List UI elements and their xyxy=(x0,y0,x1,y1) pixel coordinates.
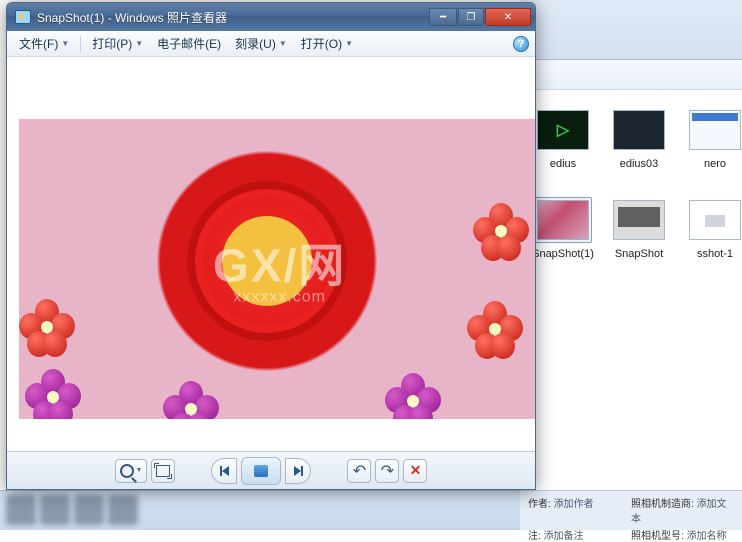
watermark: GX/网 xxxxxx.com xyxy=(213,242,346,307)
menu-file[interactable]: 文件(F)▼ xyxy=(13,32,75,55)
thumbnail-image xyxy=(613,110,665,150)
menu-email[interactable]: 电子邮件(E) xyxy=(151,32,227,55)
rotate-ccw-icon: ↶ xyxy=(353,461,366,481)
thumbnail-item[interactable]: sshot-1 xyxy=(680,200,742,260)
close-button[interactable]: ✕ xyxy=(485,8,531,26)
menu-burn[interactable]: 刻录(U)▼ xyxy=(229,32,293,55)
thumbnail-item[interactable]: edius03 xyxy=(604,110,674,170)
photo-container[interactable]: GX/网 xxxxxx.com xyxy=(19,119,535,419)
explorer-titlebar xyxy=(520,0,742,60)
fit-to-window-icon xyxy=(156,465,170,477)
minimize-button[interactable]: ━ xyxy=(429,8,457,26)
details-author-val[interactable]: 添加作者 xyxy=(554,499,594,510)
photo-decor xyxy=(467,301,523,361)
close-icon: ✕ xyxy=(504,12,512,23)
photo-content: GX/网 xxxxxx.com xyxy=(19,119,535,419)
details-author-key: 作者: xyxy=(528,499,551,510)
chevron-down-icon: ▼ xyxy=(136,467,143,474)
photo-decor xyxy=(163,381,219,419)
photo-viewer-window: SnapShot(1) - Windows 照片查看器 ━ ❐ ✕ 文件(F)▼… xyxy=(6,2,536,490)
menu-open-label: 打开(O) xyxy=(301,35,342,52)
slideshow-icon xyxy=(254,465,268,477)
menu-print[interactable]: 打印(P)▼ xyxy=(86,32,149,55)
triangle-left-icon xyxy=(222,466,229,476)
details-remark-val[interactable]: 添加备注 xyxy=(544,531,584,542)
thumbnail-label: SnapShot(1) xyxy=(528,248,598,260)
watermark-text: GX/网 xyxy=(213,240,346,292)
magnifier-icon xyxy=(120,464,134,478)
thumbnail-image xyxy=(613,200,665,240)
viewer-canvas: GX/网 xxxxxx.com ▼ ↶ ↷ ✕ xyxy=(7,57,535,489)
previous-button[interactable] xyxy=(211,458,237,484)
photo-decor xyxy=(25,369,81,419)
chevron-down-icon: ▼ xyxy=(61,39,69,48)
details-model-val[interactable]: 添加名称 xyxy=(687,531,727,542)
thumbnail-image xyxy=(537,200,589,240)
thumbnail-item[interactable]: SnapShot(1) xyxy=(528,200,598,260)
zoom-button[interactable]: ▼ xyxy=(115,459,148,483)
app-icon xyxy=(15,10,31,24)
triangle-right-icon xyxy=(294,466,301,476)
photo-decor xyxy=(473,203,529,263)
thumbnail-image xyxy=(689,200,741,240)
rotate-ccw-button[interactable]: ↶ xyxy=(347,459,371,483)
minimize-icon: ━ xyxy=(440,12,446,23)
menu-open[interactable]: 打开(O)▼ xyxy=(295,32,359,55)
thumbnail-label: sshot-1 xyxy=(680,248,742,260)
thumbnail-item[interactable]: ▷ edius xyxy=(528,110,598,170)
photo-decor xyxy=(385,373,441,419)
chevron-down-icon: ▼ xyxy=(279,39,287,48)
delete-icon: ✕ xyxy=(410,462,422,479)
maximize-icon: ❐ xyxy=(467,12,476,23)
details-remark-key: 注: xyxy=(528,531,541,542)
menu-file-label: 文件(F) xyxy=(19,35,58,52)
rotate-cw-button[interactable]: ↷ xyxy=(375,459,399,483)
chevron-down-icon: ▼ xyxy=(345,39,353,48)
window-title: SnapShot(1) - Windows 照片查看器 xyxy=(37,9,429,26)
watermark-subtext: xxxxxx.com xyxy=(213,290,346,307)
details-maker-key: 照相机制造商: xyxy=(631,499,694,510)
thumbnail-label: SnapShot xyxy=(604,248,674,260)
bar-icon xyxy=(301,466,303,476)
menu-print-label: 打印(P) xyxy=(92,35,132,52)
titlebar[interactable]: SnapShot(1) - Windows 照片查看器 ━ ❐ ✕ xyxy=(7,3,535,31)
details-model-key: 照相机型号: xyxy=(631,531,684,542)
thumbnail-item[interactable]: nero xyxy=(680,110,742,170)
menubar: 文件(F)▼ 打印(P)▼ 电子邮件(E) 刻录(U)▼ 打开(O)▼ ? xyxy=(7,31,535,57)
rotate-cw-icon: ↷ xyxy=(381,461,394,481)
slideshow-button[interactable] xyxy=(241,457,281,485)
explorer-details-pane: 作者: 添加作者 照相机制造商: 添加文本 注: 添加备注 照相机型号: 添加名… xyxy=(520,490,742,530)
menu-separator xyxy=(80,36,81,52)
thumbnail-label: edius03 xyxy=(604,158,674,170)
photo-decor xyxy=(19,299,75,359)
thumbnail-label: edius xyxy=(528,158,598,170)
chevron-down-icon: ▼ xyxy=(135,39,143,48)
delete-button[interactable]: ✕ xyxy=(403,459,427,483)
thumbnail-label: nero xyxy=(680,158,742,170)
fit-button[interactable] xyxy=(151,459,175,483)
menu-burn-label: 刻录(U) xyxy=(235,35,276,52)
taskbar-region xyxy=(0,490,520,530)
help-icon: ? xyxy=(518,38,525,50)
explorer-thumbnail-pane[interactable]: ▷ edius edius03 nero SnapShot(1) SnapShot ssho… xyxy=(520,100,742,490)
next-button[interactable] xyxy=(285,458,311,484)
menu-email-label: 电子邮件(E) xyxy=(157,35,221,52)
thumbnail-item[interactable]: SnapShot xyxy=(604,200,674,260)
thumbnail-image xyxy=(689,110,741,150)
maximize-button[interactable]: ❐ xyxy=(458,8,484,26)
thumbnail-image: ▷ xyxy=(537,110,589,150)
help-button[interactable]: ? xyxy=(513,36,529,52)
explorer-toolbar xyxy=(520,60,742,90)
viewer-controls: ▼ ↶ ↷ ✕ xyxy=(7,451,535,489)
